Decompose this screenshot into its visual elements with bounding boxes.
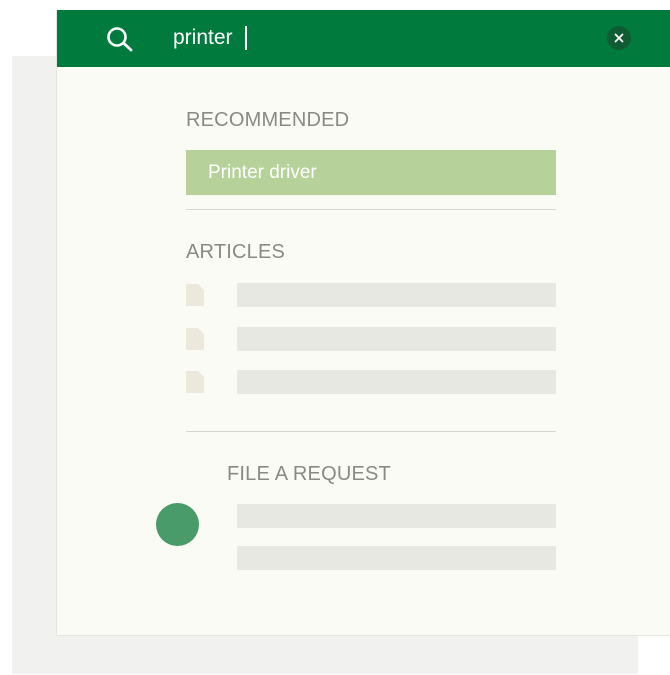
clear-search-button[interactable] <box>607 26 631 50</box>
request-item-placeholder[interactable] <box>237 546 556 570</box>
file-request-heading: FILE A REQUEST <box>227 463 391 485</box>
recommended-item-printer-driver[interactable]: Printer driver <box>186 150 556 195</box>
section-divider <box>186 209 556 210</box>
request-item-placeholder[interactable] <box>237 504 556 528</box>
article-item-placeholder[interactable] <box>237 370 556 394</box>
recommended-heading: RECOMMENDED <box>186 109 350 131</box>
article-item-placeholder[interactable] <box>237 327 556 351</box>
articles-heading: ARTICLES <box>186 241 286 263</box>
search-input[interactable] <box>173 22 633 54</box>
avatar <box>156 503 199 546</box>
close-icon <box>614 33 624 43</box>
text-cursor <box>245 26 247 50</box>
document-icon <box>186 371 204 393</box>
search-bar <box>57 10 670 67</box>
article-item-placeholder[interactable] <box>237 283 556 307</box>
document-icon <box>186 284 204 306</box>
section-divider <box>186 431 556 432</box>
search-dropdown-panel: RECOMMENDED Printer driver ARTICLES FILE… <box>56 10 670 636</box>
document-icon <box>186 328 204 350</box>
search-icon <box>107 27 133 52</box>
